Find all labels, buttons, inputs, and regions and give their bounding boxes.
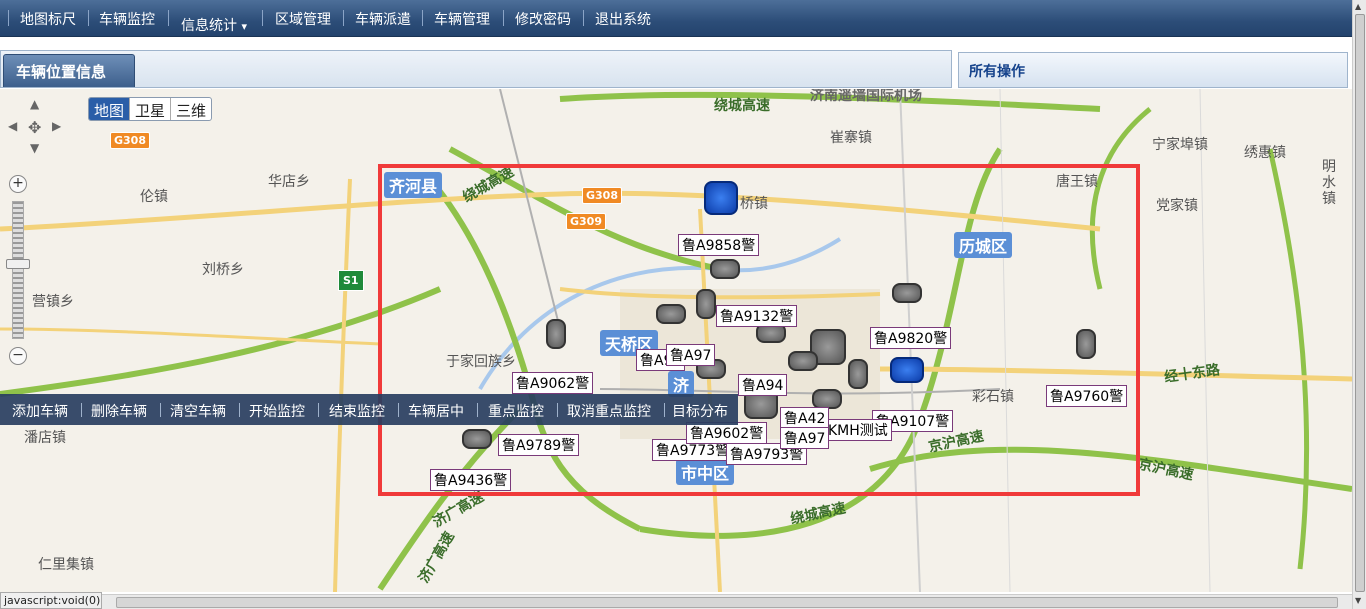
- nav-separator: [583, 10, 584, 26]
- zoom-slider[interactable]: [12, 201, 24, 339]
- nav-vehicle-monitor[interactable]: 车辆监控: [99, 9, 155, 29]
- key-monitor-button[interactable]: 重点监控: [488, 401, 544, 421]
- place-label: 营镇乡: [32, 294, 74, 310]
- pan-up-icon[interactable]: ▲: [30, 97, 39, 111]
- highway-label: 绕城高速: [714, 98, 770, 114]
- place-label: 刘桥乡: [202, 262, 244, 278]
- operations-panel-title: 所有操作: [969, 64, 1025, 80]
- map-type-switcher: 地图 卫星 三维: [88, 97, 213, 121]
- map-canvas[interactable]: 华店乡 伦镇 刘桥乡 营镇乡 于家回族乡 潘店镇 仁里集镇 崔寨镇 唐王镇 宁家…: [0, 89, 1352, 592]
- map-type-3d-button[interactable]: 三维: [170, 98, 211, 120]
- nav-change-password[interactable]: 修改密码: [515, 9, 571, 29]
- toolbar-separator: [160, 403, 161, 417]
- center-vehicle-button[interactable]: 车辆居中: [408, 401, 464, 421]
- nav-info-statistics-label: 信息统计: [181, 18, 237, 34]
- pan-left-icon[interactable]: ◀: [8, 119, 17, 133]
- nav-info-statistics[interactable]: 信息统计 ▾: [181, 15, 247, 35]
- place-label: 仁里集镇: [38, 557, 94, 573]
- pan-down-icon[interactable]: ▼: [30, 141, 39, 155]
- place-label: 绣惠镇: [1244, 145, 1286, 161]
- chevron-down-icon: ▾: [241, 20, 247, 33]
- horizontal-scrollbar-thumb[interactable]: [116, 597, 1338, 608]
- nav-separator: [88, 10, 89, 26]
- pan-control[interactable]: ▲ ◀ ✥ ▶ ▼: [6, 97, 68, 159]
- nav-separator: [262, 10, 263, 26]
- pan-right-icon[interactable]: ▶: [52, 119, 61, 133]
- top-navigation-bar: 地图标尺 车辆监控 信息统计 ▾ 区域管理 车辆派遣 车辆管理 修改密码 退出系…: [0, 0, 1352, 37]
- road-shield: S1: [338, 270, 364, 291]
- stop-monitor-button[interactable]: 结束监控: [329, 401, 385, 421]
- place-label: 伦镇: [140, 189, 168, 205]
- place-label: 明水镇: [1322, 159, 1336, 207]
- vehicle-action-toolbar: 添加车辆 删除车辆 清空车辆 开始监控 结束监控 车辆居中 重点监控 取消重点监…: [0, 394, 738, 425]
- nav-separator: [343, 10, 344, 26]
- add-vehicle-button[interactable]: 添加车辆: [12, 401, 68, 421]
- toolbar-separator: [239, 403, 240, 417]
- zoom-out-button[interactable]: −: [9, 347, 27, 365]
- nav-area-management[interactable]: 区域管理: [275, 9, 331, 29]
- place-label: 党家镇: [1156, 198, 1198, 214]
- tab-vehicle-position[interactable]: 车辆位置信息: [3, 54, 135, 87]
- clear-vehicles-button[interactable]: 清空车辆: [170, 401, 226, 421]
- vehicle-panel-header: 车辆位置信息: [0, 50, 952, 88]
- zoom-slider-handle[interactable]: [6, 259, 30, 269]
- pan-center-icon[interactable]: ✥: [28, 118, 41, 137]
- toolbar-separator: [81, 403, 82, 417]
- toolbar-separator: [398, 403, 399, 417]
- nav-separator: [422, 10, 423, 26]
- target-distribution-button[interactable]: 目标分布: [672, 401, 728, 421]
- nav-logout[interactable]: 退出系统: [595, 9, 651, 29]
- zoom-in-button[interactable]: +: [9, 175, 27, 193]
- nav-separator: [168, 10, 169, 26]
- nav-separator: [503, 10, 504, 26]
- map-type-map-button[interactable]: 地图: [89, 98, 130, 120]
- place-label: 潘店镇: [24, 430, 66, 446]
- scroll-up-icon[interactable]: ▲: [1355, 2, 1361, 11]
- map-type-satellite-button[interactable]: 卫星: [129, 98, 170, 120]
- toolbar-separator: [664, 403, 665, 417]
- airport-label: 济南遥墙国际机场: [810, 89, 922, 104]
- toolbar-separator: [318, 403, 319, 417]
- nav-separator: [8, 10, 9, 26]
- vertical-scrollbar-thumb[interactable]: [1355, 14, 1365, 592]
- toolbar-separator: [557, 403, 558, 417]
- vertical-scrollbar[interactable]: ▲ ▼: [1352, 0, 1366, 609]
- place-label: 华店乡: [268, 174, 310, 190]
- toolbar-separator: [477, 403, 478, 417]
- cancel-key-monitor-button[interactable]: 取消重点监控: [567, 401, 651, 421]
- road-shield: G308: [110, 132, 150, 149]
- nav-vehicle-dispatch[interactable]: 车辆派遣: [355, 9, 411, 29]
- operations-panel-header[interactable]: 所有操作: [958, 52, 1348, 88]
- horizontal-scrollbar[interactable]: [102, 594, 1352, 609]
- selection-rectangle: [378, 164, 1140, 496]
- nav-map-ruler[interactable]: 地图标尺: [20, 9, 76, 29]
- place-label: 宁家埠镇: [1152, 137, 1208, 153]
- start-monitor-button[interactable]: 开始监控: [249, 401, 305, 421]
- nav-vehicle-management[interactable]: 车辆管理: [434, 9, 490, 29]
- status-bar-text: javascript:void(0): [0, 592, 102, 609]
- scroll-down-icon[interactable]: ▼: [1355, 596, 1361, 605]
- place-label: 崔寨镇: [830, 130, 872, 146]
- delete-vehicle-button[interactable]: 删除车辆: [91, 401, 147, 421]
